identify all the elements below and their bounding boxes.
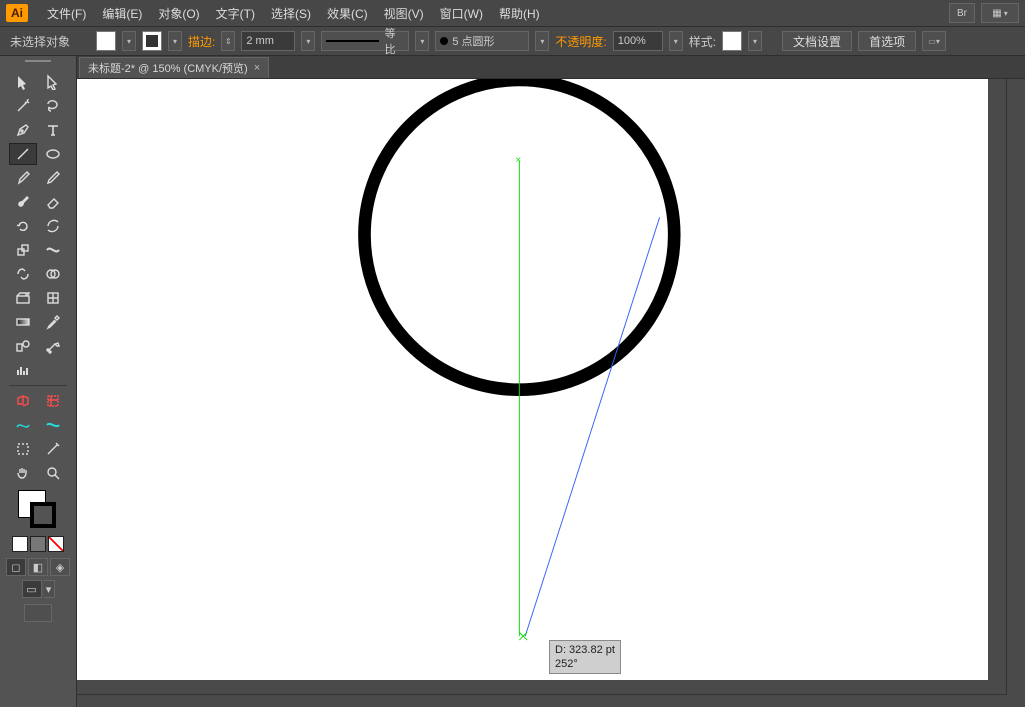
ellipse-tool[interactable] (39, 143, 67, 165)
tooltip-angle: 252° (555, 657, 615, 671)
document-tab[interactable]: 未标题-2* @ 150% (CMYK/预览) × (79, 57, 269, 78)
line-segment-tool[interactable] (9, 143, 37, 165)
menu-file[interactable]: 文件(F) (40, 2, 93, 25)
tools-panel: ◻ ◧ ◈ ▭ ▾ (0, 56, 77, 707)
arrange-docs-button[interactable]: ▦▾ (981, 3, 1019, 23)
guide-anchor-mark: × (515, 155, 521, 166)
blob-brush-tool[interactable] (9, 191, 37, 213)
menu-effect[interactable]: 效果(C) (320, 2, 375, 25)
draw-behind[interactable]: ◧ (28, 558, 48, 576)
control-menu-icon[interactable]: ▭▾ (922, 31, 946, 51)
fill-dropdown[interactable]: ▾ (122, 31, 136, 51)
menu-type[interactable]: 文字(T) (209, 2, 262, 25)
color-mode-solid[interactable] (12, 536, 28, 552)
smooth-tool[interactable] (39, 414, 67, 436)
perspective-grid-tool[interactable] (9, 287, 37, 309)
dash-profile[interactable]: 等比 (321, 31, 409, 51)
gradient-tool[interactable] (9, 311, 37, 333)
screen-mode-dropdown[interactable]: ▾ (44, 580, 55, 598)
stroke-swatch[interactable] (142, 31, 162, 51)
crop-tool[interactable] (9, 438, 37, 460)
measurement-line (525, 217, 659, 636)
color-mode-row (12, 536, 64, 552)
dash-dropdown[interactable]: ▾ (415, 31, 429, 51)
stroke-stepper-icon[interactable]: ⇕ (221, 31, 235, 51)
tooltip-distance: D: 323.82 pt (555, 643, 615, 657)
column-graph-tool[interactable] (9, 359, 37, 381)
reflect-tool[interactable] (39, 215, 67, 237)
color-mode-none[interactable] (48, 536, 64, 552)
menu-select[interactable]: 选择(S) (264, 2, 318, 25)
document-setup-button[interactable]: 文档设置 (782, 31, 852, 51)
menu-view[interactable]: 视图(V) (377, 2, 431, 25)
vertical-scrollbar[interactable] (1006, 79, 1025, 694)
rotate-tool[interactable] (9, 215, 37, 237)
knife-tool[interactable] (39, 438, 67, 460)
screen-mode-button[interactable]: ▭ (22, 580, 42, 598)
slice-tool[interactable] (39, 390, 67, 412)
toolbar-extra[interactable] (24, 604, 52, 622)
direct-selection-tool[interactable] (39, 71, 67, 93)
draw-inside[interactable]: ◈ (50, 558, 70, 576)
artboard-tool[interactable] (9, 390, 37, 412)
magic-wand-tool[interactable] (9, 95, 37, 117)
draw-mode-row: ◻ ◧ ◈ (6, 558, 70, 576)
document-tab-title: 未标题-2* @ 150% (CMYK/预览) (88, 60, 248, 76)
scale-tool[interactable] (9, 239, 37, 261)
type-tool[interactable] (39, 119, 67, 141)
shape-builder-tool[interactable] (39, 263, 67, 285)
preferences-button[interactable]: 首选项 (858, 31, 916, 51)
eraser-tool[interactable] (39, 191, 67, 213)
brush-dropdown[interactable]: ▾ (535, 31, 549, 51)
style-swatch[interactable] (722, 31, 742, 51)
app-logo: Ai (6, 4, 28, 22)
stroke-label[interactable]: 描边: (188, 33, 215, 50)
curvature-tool[interactable] (9, 414, 37, 436)
menu-bar: Ai 文件(F) 编辑(E) 对象(O) 文字(T) 选择(S) 效果(C) 视… (0, 0, 1025, 27)
style-label: 样式: (689, 33, 716, 50)
stroke-weight-dropdown[interactable]: ▾ (301, 31, 315, 51)
paintbrush-tool[interactable] (9, 167, 37, 189)
artwork: × (77, 79, 988, 680)
selection-status: 未选择对象 (10, 33, 70, 50)
control-bar: 未选择对象 ▾ ▾ 描边: ⇕ 2 mm ▾ 等比 ▾ 5 点圆形 ▾ 不透明度… (0, 27, 1025, 56)
stroke-weight-input[interactable]: 2 mm (241, 31, 295, 51)
pen-tool[interactable] (9, 119, 37, 141)
close-tab-icon[interactable]: × (254, 62, 260, 74)
blend-tool[interactable] (9, 335, 37, 357)
fill-swatch[interactable] (96, 31, 116, 51)
eyedropper-tool[interactable] (39, 311, 67, 333)
opacity-dropdown[interactable]: ▾ (669, 31, 683, 51)
selection-tool[interactable] (9, 71, 37, 93)
menu-window[interactable]: 窗口(W) (433, 2, 490, 25)
color-mode-gradient[interactable] (30, 536, 46, 552)
bridge-button[interactable]: Br (949, 3, 975, 23)
menu-help[interactable]: 帮助(H) (492, 2, 547, 25)
pencil-tool[interactable] (39, 167, 67, 189)
stroke-dropdown[interactable]: ▾ (168, 31, 182, 51)
stroke-color[interactable] (30, 502, 56, 528)
zoom-tool[interactable] (39, 462, 67, 484)
width-tool[interactable] (39, 239, 67, 261)
free-transform-tool[interactable] (9, 263, 37, 285)
tools-grip[interactable] (13, 58, 63, 65)
horizontal-scrollbar[interactable] (77, 694, 1007, 707)
document-tab-bar: 未标题-2* @ 150% (CMYK/预览) × (77, 56, 1025, 79)
measurement-tooltip: D: 323.82 pt 252° (549, 640, 621, 674)
canvas[interactable]: × D: 323.82 pt 252° (77, 79, 988, 680)
fill-stroke-control[interactable] (16, 490, 60, 530)
draw-normal[interactable]: ◻ (6, 558, 26, 576)
menu-edit[interactable]: 编辑(E) (95, 2, 149, 25)
mesh-tool[interactable] (39, 287, 67, 309)
brush-profile[interactable]: 5 点圆形 (435, 31, 529, 51)
style-dropdown[interactable]: ▾ (748, 31, 762, 51)
menu-object[interactable]: 对象(O) (151, 2, 206, 25)
hand-tool[interactable] (9, 462, 37, 484)
opacity-label[interactable]: 不透明度: (555, 33, 606, 50)
symbol-sprayer-tool[interactable] (39, 335, 67, 357)
opacity-input[interactable]: 100% (613, 31, 663, 51)
lasso-tool[interactable] (39, 95, 67, 117)
anchor-cross-icon (519, 632, 527, 640)
